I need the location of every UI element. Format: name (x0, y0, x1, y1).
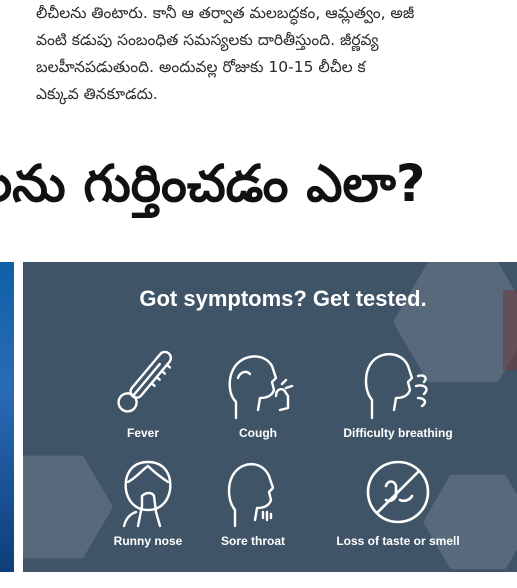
symptoms-infographic: Got symptoms? Get tested. Fever Cough Di… (23, 262, 517, 572)
thermometer-icon (117, 350, 173, 413)
section-heading: లను గుర్తించడం ఎలా? (0, 140, 517, 230)
symptom-loss-of-taste-or-smell: Loss of taste or smell (313, 456, 483, 548)
sore-throat-icon (227, 463, 275, 528)
adjacent-image-edge (503, 290, 517, 370)
article-paragraph: లీచీలను తింటారు. కానీ ఆ తర్వాత మలబద్ధకం,… (36, 0, 517, 108)
infographic-title: Got symptoms? Get tested. (139, 286, 427, 311)
breathing-icon (364, 353, 428, 420)
paragraph-line: బలహీనపడుతుంది. అందువల్ల రోజుకు 10-15 లీచ… (36, 58, 366, 76)
symptom-label: Difficulty breathing (343, 426, 453, 440)
no-smell-icon (366, 460, 430, 524)
symptom-label: Loss of taste or smell (336, 534, 460, 548)
paragraph-line: వంటి కడుపు సంబంధిత సమస్యలకు దారితీస్తుంద… (36, 31, 379, 49)
section-heading-text: లను గుర్తించడం ఎలా? (0, 155, 426, 214)
paragraph-line: ఎక్కువ తినకూడదు. (36, 85, 158, 103)
paragraph-line: లీచీలను తింటారు. కానీ ఆ తర్వాత మలబద్ధకం,… (36, 4, 415, 22)
symptom-difficulty-breathing: Difficulty breathing (313, 348, 483, 440)
adjacent-image-edge (0, 262, 14, 572)
cough-icon (228, 355, 294, 420)
